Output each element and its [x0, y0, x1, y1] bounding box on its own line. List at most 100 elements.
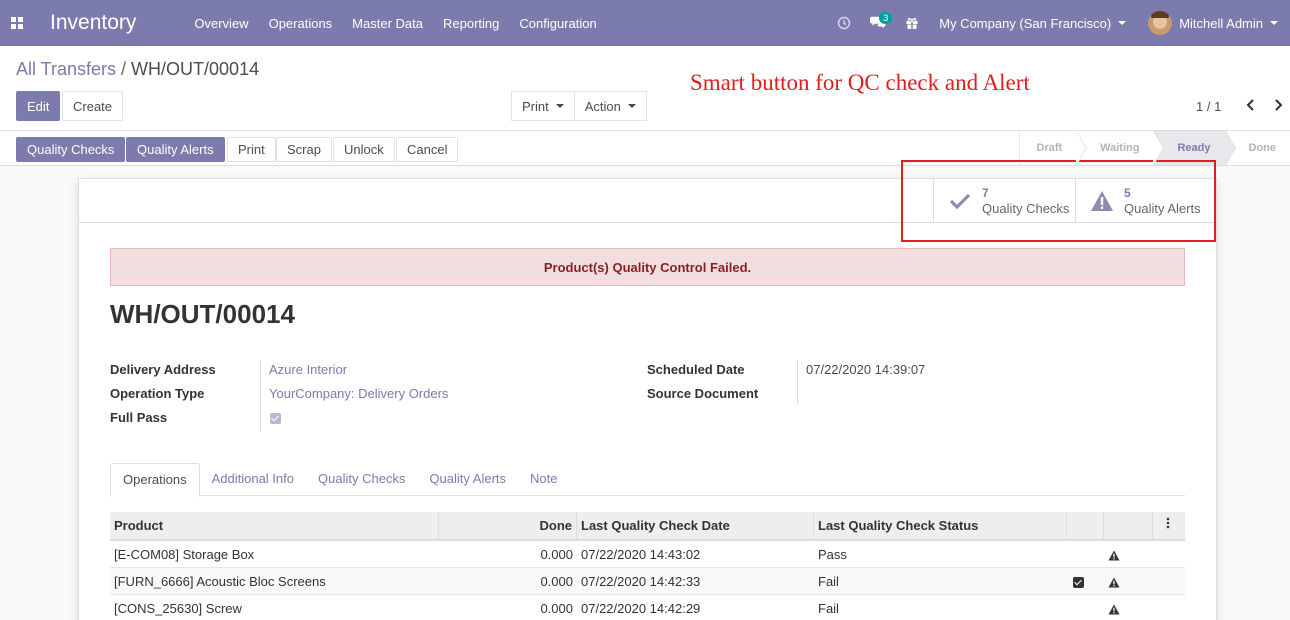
warning-icon[interactable] [1108, 577, 1120, 588]
company-name: My Company (San Francisco) [939, 15, 1112, 31]
quality-alerts-button[interactable]: Quality Alerts [126, 137, 225, 162]
column-done[interactable]: Done [439, 512, 577, 539]
user-menu[interactable]: Mitchell Admin [1148, 11, 1278, 35]
company-switcher[interactable]: My Company (San Francisco) [939, 15, 1127, 31]
print-action-group: Print Action [511, 91, 647, 121]
table-row[interactable]: [E-COM08] Storage Box 0.000 07/22/2020 1… [110, 541, 1185, 568]
breadcrumb: All Transfers / WH/OUT/00014 [16, 59, 259, 80]
action-dropdown-button[interactable]: Action [573, 91, 647, 121]
row-done: 0.000 [540, 574, 573, 589]
scheduled-date-value[interactable]: 07/22/2020 14:39:07 [806, 362, 925, 377]
row-check-cell [1067, 568, 1104, 595]
form-sheet: 7 Quality Checks 5 Quality Alerts Produc… [78, 178, 1217, 620]
operations-table: Product Done Last Quality Check Date Las… [110, 512, 1185, 620]
column-last-check-date[interactable]: Last Quality Check Date [577, 512, 814, 539]
avatar [1148, 11, 1173, 35]
scrap-button[interactable]: Scrap [276, 137, 332, 162]
row-product: [E-COM08] Storage Box [114, 547, 255, 562]
table-row[interactable]: [FURN_6666] Acoustic Bloc Screens 0.000 … [110, 568, 1185, 595]
column-options[interactable] [1153, 512, 1185, 539]
action-label: Action [584, 98, 621, 114]
table-header: Product Done Last Quality Check Date Las… [110, 512, 1185, 541]
pager-previous-icon[interactable] [1243, 97, 1259, 113]
menu-item-master-data[interactable]: Master Data [342, 16, 433, 31]
gift-icon[interactable] [895, 0, 929, 46]
caret-down-icon [555, 104, 564, 108]
full-pass-label: Full Pass [110, 410, 168, 425]
activity-clock-icon[interactable] [827, 0, 861, 46]
row-check-cell [1067, 595, 1104, 620]
create-button[interactable]: Create [62, 91, 124, 121]
notebook-tabs: Operations Additional Info Quality Check… [110, 463, 1185, 497]
unlock-button[interactable]: Unlock [333, 137, 395, 162]
quality-checks-button[interactable]: Quality Checks [16, 137, 126, 162]
user-name: Mitchell Admin [1179, 15, 1263, 31]
row-date: 07/22/2020 14:42:33 [581, 574, 701, 589]
print-dropdown-button[interactable]: Print [511, 91, 575, 121]
row-options-cell [1153, 541, 1185, 568]
row-alert-cell [1104, 541, 1153, 568]
column-check [1067, 512, 1104, 539]
warning-icon[interactable] [1108, 550, 1120, 561]
field-divider [797, 360, 798, 404]
cancel-button[interactable]: Cancel [396, 137, 459, 162]
menu-item-operations[interactable]: Operations [259, 16, 343, 31]
top-navbar: Inventory Overview Operations Master Dat… [0, 0, 1290, 46]
tab-note[interactable]: Note [518, 463, 569, 496]
table-row[interactable]: [CONS_25630] Screw 0.000 07/22/2020 14:4… [110, 595, 1185, 620]
caret-down-icon [1270, 21, 1278, 25]
annotation-highlight-box [901, 160, 1216, 242]
menu-item-configuration[interactable]: Configuration [509, 16, 606, 31]
row-alert-cell [1104, 568, 1153, 595]
annotation-text: Smart button for QC check and Alert [690, 70, 1030, 95]
row-options-cell [1153, 595, 1185, 620]
column-product[interactable]: Product [110, 512, 439, 539]
main-menu: Overview Operations Master Data Reportin… [184, 16, 606, 31]
row-date: 07/22/2020 14:43:02 [581, 547, 701, 562]
messages-icon[interactable]: 3 [861, 0, 895, 46]
breadcrumb-current: WH/OUT/00014 [131, 59, 260, 79]
operation-type-label: Operation Type [110, 386, 205, 401]
checked-checkbox-icon[interactable] [1073, 577, 1084, 589]
row-product: [CONS_25630] Screw [114, 601, 242, 616]
alert-text: Product(s) Quality Control Failed. [543, 259, 752, 275]
quality-failed-alert: Product(s) Quality Control Failed. [110, 248, 1185, 286]
tab-quality-alerts[interactable]: Quality Alerts [417, 463, 518, 496]
tab-additional-info[interactable]: Additional Info [200, 463, 306, 496]
row-status: Pass [818, 547, 847, 562]
row-status: Fail [818, 601, 839, 616]
print-button[interactable]: Print [227, 137, 276, 162]
row-done: 0.000 [540, 547, 573, 562]
control-panel: All Transfers / WH/OUT/00014 Edit Create P… [0, 46, 1290, 130]
pager-value[interactable]: 1 / 1 [1196, 99, 1221, 114]
record-title: WH/OUT/00014 [110, 299, 295, 329]
scheduled-date-label: Scheduled Date [647, 362, 745, 377]
column-last-check-status[interactable]: Last Quality Check Status [814, 512, 1067, 539]
optional-columns-icon[interactable] [1157, 516, 1171, 530]
delivery-address-value[interactable]: Azure Interior [269, 362, 347, 377]
apps-menu-icon[interactable] [2, 0, 32, 46]
row-options-cell [1153, 568, 1185, 595]
full-pass-checkbox[interactable] [270, 413, 281, 424]
caret-down-icon [1118, 21, 1127, 25]
messages-count-badge: 3 [879, 12, 893, 24]
row-alert-cell [1104, 595, 1153, 620]
breadcrumb-separator: / [121, 59, 127, 79]
row-check-cell [1067, 541, 1104, 568]
pager-next-icon[interactable] [1270, 97, 1286, 113]
row-status: Fail [818, 574, 839, 589]
tab-quality-checks[interactable]: Quality Checks [306, 463, 417, 496]
field-divider [260, 360, 261, 432]
edit-button[interactable]: Edit [16, 91, 61, 121]
print-label: Print [522, 98, 549, 114]
row-date: 07/22/2020 14:42:29 [581, 601, 701, 616]
tab-operations[interactable]: Operations [110, 463, 200, 497]
caret-down-icon [627, 104, 636, 108]
app-name[interactable]: Inventory [50, 11, 136, 35]
menu-item-overview[interactable]: Overview [184, 16, 258, 31]
breadcrumb-all-transfers[interactable]: All Transfers [16, 59, 116, 79]
warning-icon[interactable] [1108, 604, 1120, 615]
row-product: [FURN_6666] Acoustic Bloc Screens [114, 574, 326, 589]
menu-item-reporting[interactable]: Reporting [433, 16, 509, 31]
operation-type-value[interactable]: YourCompany: Delivery Orders [269, 386, 448, 401]
